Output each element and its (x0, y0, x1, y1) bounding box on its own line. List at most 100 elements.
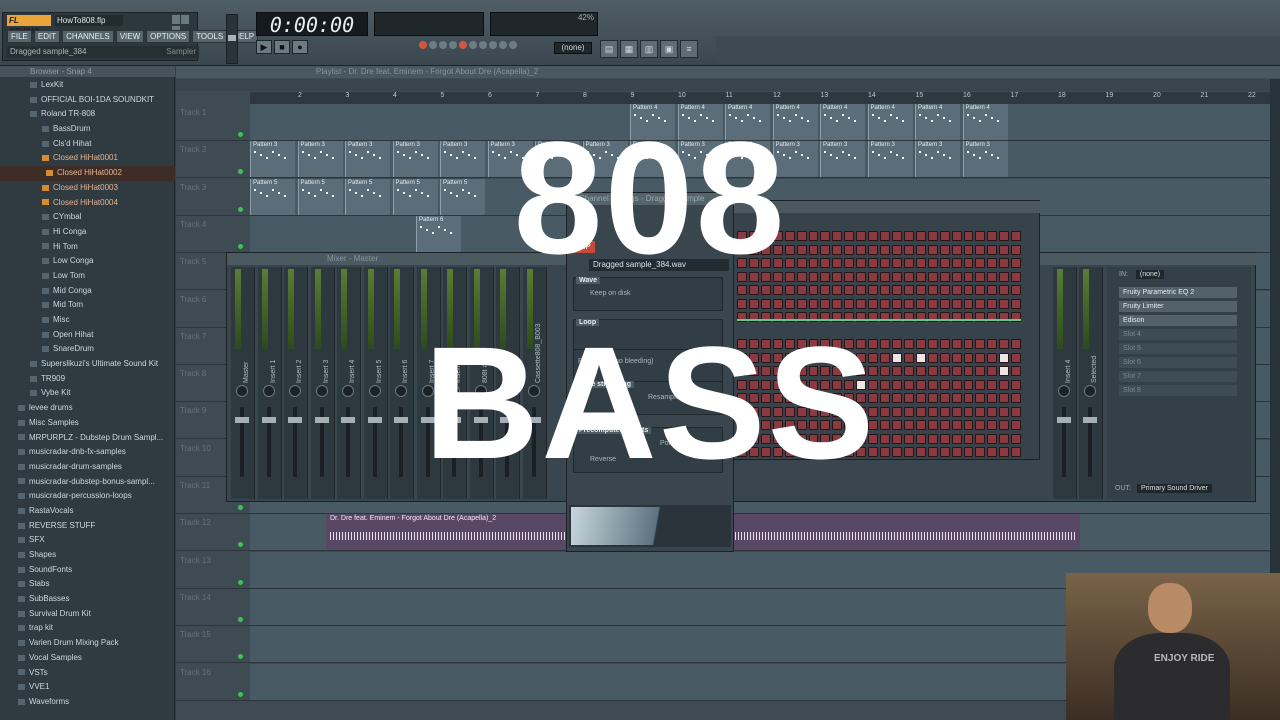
step-button[interactable] (951, 447, 962, 457)
step-button[interactable] (760, 352, 771, 363)
step-button[interactable] (796, 420, 807, 430)
step-button[interactable] (772, 420, 783, 430)
step-button[interactable] (927, 271, 938, 282)
step-button[interactable] (796, 406, 807, 417)
step-button[interactable] (1011, 393, 1022, 403)
step-button[interactable] (844, 244, 855, 255)
timeline-ruler[interactable]: 2 3 4 5 6 7 8 9 10 11 12 13 14 15 16 17 18 19 20 21 22 (250, 92, 1270, 104)
step-button[interactable] (987, 244, 998, 255)
step-button[interactable] (760, 447, 771, 457)
step-button[interactable] (856, 352, 867, 363)
menu-file[interactable]: FILE (7, 30, 32, 43)
option-icon[interactable] (429, 41, 437, 49)
step-button[interactable] (891, 447, 902, 457)
step-button[interactable] (975, 231, 986, 241)
step-button[interactable] (737, 339, 747, 349)
step-button[interactable] (820, 339, 831, 349)
step-button[interactable] (939, 379, 950, 390)
step-button[interactable] (939, 352, 950, 363)
pattern-clip[interactable]: Pattern 3 (440, 141, 485, 178)
step-button[interactable] (868, 379, 879, 390)
pattern-clip[interactable]: Pattern 3 (772, 141, 818, 178)
tempo-display[interactable] (374, 12, 484, 36)
step-button[interactable] (808, 420, 819, 430)
pan-knob[interactable] (289, 385, 301, 397)
step-button[interactable] (820, 244, 831, 255)
step-button[interactable] (737, 379, 747, 390)
pan-knob[interactable] (236, 385, 248, 397)
step-button[interactable] (927, 379, 938, 390)
step-button[interactable] (880, 393, 890, 403)
step-button[interactable] (939, 231, 950, 241)
step-button[interactable] (880, 271, 890, 282)
pattern-clip[interactable]: Pattern 5 (440, 178, 485, 215)
mixer-icon[interactable]: ≡ (680, 40, 698, 58)
step-button[interactable] (844, 298, 855, 309)
step-button[interactable] (832, 285, 843, 295)
step-button[interactable] (891, 298, 902, 309)
track-name[interactable]: Track 16 (180, 668, 211, 677)
pan-knob[interactable] (368, 385, 381, 397)
mixer-strip[interactable]: Cassette808_B003 (522, 267, 547, 499)
step-button[interactable] (975, 447, 986, 457)
step-button[interactable] (891, 285, 902, 295)
pattern-clip[interactable]: Pattern 3 (677, 141, 723, 178)
step-button[interactable] (844, 366, 855, 376)
step-button[interactable] (903, 447, 914, 457)
step-button[interactable] (975, 244, 986, 255)
step-button[interactable] (748, 420, 759, 430)
browser-item[interactable]: REVERSE STUFF (0, 519, 175, 534)
step-button[interactable] (832, 271, 843, 282)
pattern-clip[interactable]: Pattern 4 (962, 104, 1008, 140)
step-button[interactable] (784, 433, 795, 444)
step-button[interactable] (939, 339, 950, 349)
step-button[interactable] (772, 231, 783, 241)
pattern-clip[interactable]: Pattern 4 (772, 104, 818, 140)
fx-slot-empty[interactable]: Slot 4 (1119, 329, 1237, 340)
pattern-clip[interactable]: Pattern 3 (345, 141, 390, 178)
step-button[interactable] (820, 406, 831, 417)
step-button[interactable] (796, 339, 807, 349)
option-icon[interactable] (469, 41, 477, 49)
step-button[interactable] (1011, 339, 1022, 349)
step-button[interactable] (784, 379, 795, 390)
pan-knob[interactable] (315, 385, 328, 397)
step-button[interactable] (772, 244, 783, 255)
browser-item[interactable]: Misc (0, 313, 175, 328)
step-button[interactable] (999, 231, 1010, 241)
step-button[interactable] (748, 271, 759, 282)
step-button[interactable] (856, 366, 867, 376)
track-lane[interactable]: Pattern 3 Pattern 3 Pattern 3 Pattern 3 Patt… (250, 141, 1270, 178)
step-button[interactable] (856, 271, 867, 282)
browser-item[interactable]: Hi Conga (0, 225, 175, 240)
browser-item[interactable]: Misc Samples (0, 416, 175, 431)
step-button[interactable] (1011, 231, 1022, 241)
step-button[interactable] (748, 406, 759, 417)
step-button[interactable] (915, 244, 926, 255)
step-button[interactable] (915, 231, 926, 241)
browser-item[interactable]: LexKit (0, 78, 175, 93)
step-button[interactable] (880, 339, 890, 349)
step-button[interactable] (808, 393, 819, 403)
track-name[interactable]: Track 15 (180, 630, 211, 639)
pan-knob[interactable] (421, 385, 434, 397)
step-button[interactable] (927, 231, 938, 241)
step-button[interactable] (808, 406, 819, 417)
step-button[interactable] (748, 393, 759, 403)
step-button[interactable] (737, 244, 747, 255)
browser-item[interactable]: SnareDrum (0, 342, 175, 357)
step-button[interactable] (987, 406, 998, 417)
step-button[interactable] (951, 352, 962, 363)
step-button[interactable] (796, 285, 807, 295)
step-button[interactable] (748, 447, 759, 457)
step-button[interactable] (856, 433, 867, 444)
step-button[interactable] (903, 433, 914, 444)
step-button[interactable] (891, 339, 902, 349)
browser-item[interactable]: OFFICIAL BOI-1DA SOUNDKIT (0, 93, 175, 108)
step-button[interactable] (772, 393, 783, 403)
step-button[interactable] (820, 379, 831, 390)
step-button[interactable] (796, 298, 807, 309)
track-enable-led[interactable] (238, 132, 243, 137)
step-button[interactable] (975, 352, 986, 363)
step-button[interactable] (784, 231, 795, 241)
